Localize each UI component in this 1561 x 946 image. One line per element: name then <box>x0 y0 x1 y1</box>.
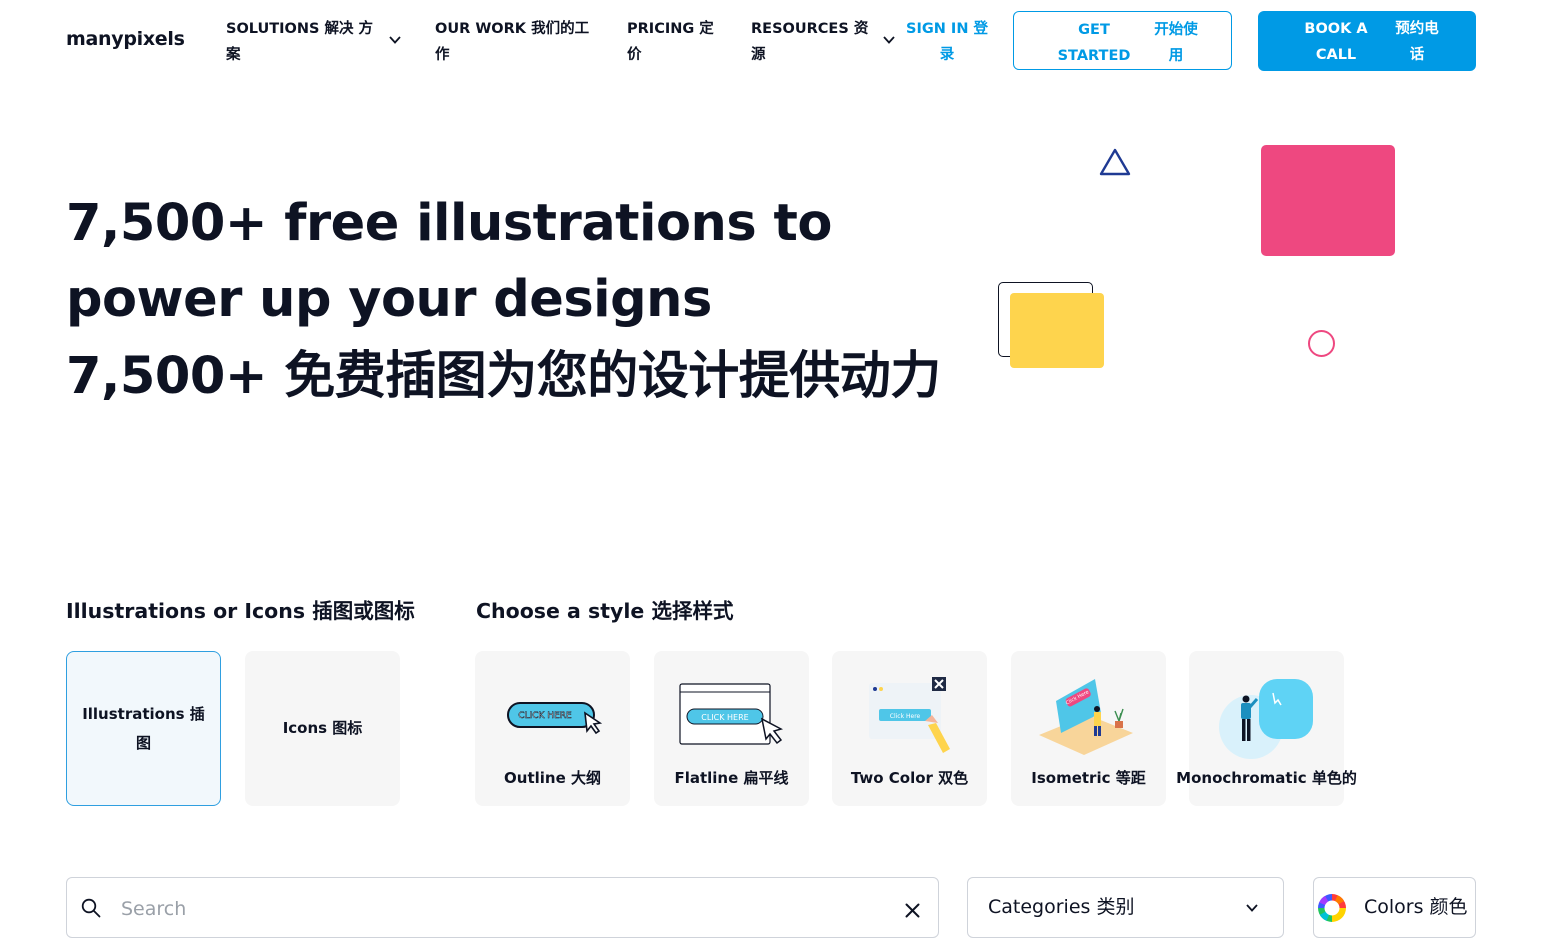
style-option-label: Two Color 双色 <box>850 769 969 787</box>
style-option-label: Outline 大纲 <box>504 769 601 787</box>
nav-solutions[interactable]: SOLUTIONS 解决 方案 <box>226 16 378 68</box>
style-option-two-color[interactable]: Click Here Two Color 双色 <box>832 651 987 806</box>
nav-pricing[interactable]: PRICING 定价 <box>627 16 723 68</box>
circle-decoration <box>1308 330 1335 357</box>
chevron-down-icon <box>1246 904 1258 912</box>
sign-in-link[interactable]: SIGN IN 登录 <box>906 16 988 68</box>
isometric-thumbnail: Click Here <box>1039 679 1133 755</box>
book-call-button[interactable]: BOOK A CALL 预约电话 <box>1258 11 1476 71</box>
hero-title-zh: 7,500+ 免费插图为您的设计提供动力 <box>66 347 941 406</box>
search-input[interactable] <box>119 878 883 939</box>
chevron-down-icon[interactable] <box>882 33 896 47</box>
type-option-label: Illustrations 插图 <box>82 704 205 752</box>
nav-resources[interactable]: RESOURCES 资源 <box>751 16 875 68</box>
pink-square-decoration <box>1261 145 1395 256</box>
nav-resources-label: RESOURCES 资源 <box>751 21 869 63</box>
style-option-monochromatic[interactable]: Monochromatic 单色的 <box>1176 651 1357 806</box>
triangle-decoration <box>1099 148 1131 176</box>
nav-solutions-label: SOLUTIONS 解决 方案 <box>226 21 374 63</box>
monochromatic-thumbnail <box>1219 679 1313 759</box>
colors-label: Colors 颜色 <box>1364 896 1468 918</box>
categories-dropdown[interactable]: Categories 类别 <box>967 877 1284 938</box>
hero-title-en: 7,500+ free illustrations to power up yo… <box>66 194 832 329</box>
hero-title: 7,500+ free illustrations to power up yo… <box>66 186 946 415</box>
style-option-flatline[interactable]: CLICK HERE Flatline 扁平线 <box>654 651 809 806</box>
nav-our-work[interactable]: OUR WORK 我们的工作 <box>435 16 601 68</box>
style-option-isometric[interactable]: Click Here Isometric 等距 <box>1011 651 1166 806</box>
outline-thumbnail: CLICK HERE <box>507 702 603 735</box>
thumb-text: CLICK HERE <box>701 713 748 722</box>
style-option-outline[interactable]: CLICK HERE Outline 大纲 <box>475 651 630 806</box>
type-section-label: Illustrations or Icons 插图或图标 <box>66 599 415 623</box>
style-option-label: Isometric 等距 <box>1031 769 1146 787</box>
yellow-rect-decoration <box>1010 293 1104 368</box>
get-started-button[interactable]: GET STARTED 开始使用 <box>1013 11 1232 70</box>
type-option-label: Icons 图标 <box>282 719 363 737</box>
type-option-icons[interactable]: Icons 图标 <box>245 651 400 806</box>
get-started-label-en: GET STARTED <box>1057 22 1131 64</box>
thumb-text: CLICK HERE <box>518 711 572 721</box>
search-box <box>66 877 939 939</box>
get-started-label-zh: 开始使用 <box>1154 22 1198 64</box>
style-option-label: Flatline 扁平线 <box>674 769 789 787</box>
chevron-down-icon[interactable] <box>388 33 402 47</box>
close-icon[interactable] <box>905 903 920 918</box>
style-section-label: Choose a style 选择样式 <box>476 599 734 623</box>
book-call-label-zh: 预约电话 <box>1395 21 1439 63</box>
style-option-label: Monochromatic 单色的 <box>1176 769 1357 787</box>
nav-our-work-label: OUR WORK 我们的工作 <box>435 21 590 63</box>
categories-label: Categories 类别 <box>988 896 1135 918</box>
flatline-thumbnail: CLICK HERE <box>679 683 784 745</box>
color-wheel-icon <box>1318 894 1346 922</box>
thumb-text: Click Here <box>890 713 921 720</box>
search-icon <box>81 898 101 918</box>
colors-dropdown[interactable]: Colors 颜色 <box>1313 877 1476 938</box>
book-call-label-en: BOOK A CALL <box>1304 21 1368 63</box>
nav-pricing-label: PRICING 定价 <box>627 21 714 63</box>
logo[interactable]: manypixels <box>66 28 185 50</box>
type-option-illustrations[interactable]: Illustrations 插图 <box>66 651 221 806</box>
two-color-thumbnail: Click Here <box>869 677 950 753</box>
